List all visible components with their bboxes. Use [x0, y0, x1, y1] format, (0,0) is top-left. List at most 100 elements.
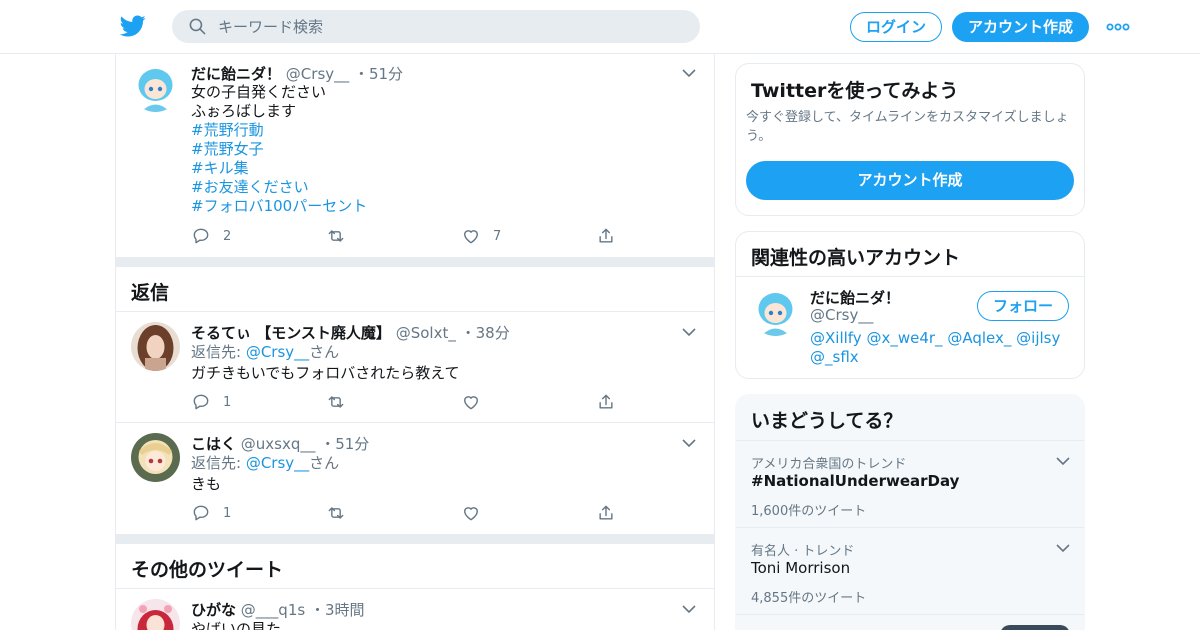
- chevron-down-icon[interactable]: [1056, 456, 1070, 466]
- related-accounts-title: 関連性の高いアカウント: [751, 247, 961, 269]
- chevron-down-icon[interactable]: [682, 438, 696, 448]
- like-action[interactable]: [461, 503, 493, 523]
- trend-context: アメリカ合衆国のトレンド: [751, 457, 907, 472]
- chevron-down-icon[interactable]: [682, 68, 696, 78]
- twitter-bird-icon[interactable]: [120, 13, 146, 39]
- mention-link[interactable]: @Crsy__: [246, 343, 309, 361]
- search-input[interactable]: [218, 10, 688, 43]
- other-tweet[interactable]: ひがな @___q1s ・3時間 やばいの見た: [116, 589, 714, 630]
- timestamp[interactable]: 3時間: [325, 601, 365, 619]
- trends-card: いまどうしてる？ アメリカ合衆国のトレンド #NationalUnderwear…: [735, 394, 1085, 630]
- like-action[interactable]: [461, 392, 493, 412]
- top-nav: ログイン アカウント作成: [0, 0, 1200, 54]
- reply-context: 返信先: @Crsy__さん: [191, 343, 339, 362]
- share-action[interactable]: [596, 392, 616, 412]
- signup-card-title: Twitterを使ってみよう: [751, 80, 959, 102]
- trend-item[interactable]: 有名人 · トレンド Toni Morrison 4,855件のツイート: [736, 527, 1084, 614]
- reply-action[interactable]: 1: [191, 392, 231, 412]
- mention-link[interactable]: @x_we4r_: [866, 329, 942, 347]
- share-icon: [599, 228, 613, 243]
- trend-name[interactable]: Toni Morrison: [751, 559, 850, 577]
- username[interactable]: @uxsxq__: [241, 435, 316, 453]
- avatar[interactable]: [131, 63, 180, 112]
- reply-to-suffix: さん: [309, 454, 340, 472]
- account-mentions: @Xillfy @x_we4r_ @Aqlex_ @ijlsy @_sflx: [810, 329, 1070, 367]
- share-icon: [599, 505, 613, 520]
- timestamp[interactable]: 51分: [335, 435, 369, 453]
- like-action[interactable]: 7: [461, 226, 501, 246]
- separator: ・: [460, 324, 476, 342]
- account-name[interactable]: だに飴ニダ！: [810, 287, 900, 308]
- follow-button[interactable]: フォロー: [977, 291, 1069, 321]
- avatar[interactable]: [751, 287, 800, 336]
- reply-count: 2: [223, 228, 232, 244]
- search-bar[interactable]: [172, 10, 700, 43]
- trend-item[interactable]: [736, 614, 1084, 630]
- section-divider: [116, 534, 714, 544]
- hashtag-link[interactable]: #荒野行動: [191, 121, 264, 140]
- other-tweets-heading: その他のツイート: [131, 559, 284, 581]
- share-icon: [599, 394, 613, 409]
- heart-icon: [464, 507, 478, 521]
- timestamp[interactable]: 38分: [476, 324, 510, 342]
- share-action[interactable]: [596, 503, 616, 523]
- display-name[interactable]: こはく: [191, 435, 236, 453]
- timeline: だに飴ニダ！ @Crsy__ ・51分 女の子自発ください ふぉろばします #荒…: [115, 54, 715, 630]
- chevron-down-icon[interactable]: [1056, 543, 1070, 553]
- display-name[interactable]: そるてぃ 【モンスト廃人魔】: [191, 324, 391, 342]
- mention-link[interactable]: @Crsy__: [246, 454, 309, 472]
- hashtag-link[interactable]: #フォロバ100パーセント: [191, 197, 367, 216]
- login-button[interactable]: ログイン: [850, 12, 942, 42]
- heart-icon: [464, 230, 478, 244]
- create-account-button[interactable]: アカウント作成: [746, 161, 1074, 200]
- reply-tweet[interactable]: こはく @uxsxq__ ・51分 返信先: @Crsy__さん きも 1: [116, 423, 714, 533]
- username[interactable]: @___q1s: [241, 601, 305, 619]
- mention-link[interactable]: @Xillfy: [810, 329, 862, 347]
- username[interactable]: @Solxt_: [396, 324, 456, 342]
- tweet-header: だに飴ニダ！ @Crsy__ ・51分: [191, 63, 403, 84]
- heart-icon: [464, 396, 478, 410]
- reply-tweet[interactable]: そるてぃ 【モンスト廃人魔】 @Solxt_ ・38分 返信先: @Crsy__…: [116, 312, 714, 422]
- reply-count: 1: [223, 394, 232, 410]
- signup-button[interactable]: アカウント作成: [952, 12, 1089, 42]
- username[interactable]: @Crsy__: [286, 65, 349, 83]
- reply-action[interactable]: 2: [191, 226, 231, 246]
- signup-card-description: 今すぐ登録して、タイムラインをカスタマイズしましょう。: [746, 110, 1069, 144]
- more-dots-icon[interactable]: [1106, 17, 1130, 37]
- retweet-action[interactable]: [326, 503, 358, 523]
- account-handle[interactable]: @Crsy__: [810, 306, 873, 324]
- retweet-action[interactable]: [326, 226, 358, 246]
- separator: ・: [309, 601, 325, 619]
- display-name[interactable]: だに飴ニダ！: [191, 65, 281, 83]
- chevron-down-icon[interactable]: [682, 604, 696, 614]
- avatar[interactable]: [131, 433, 180, 482]
- chevron-down-icon[interactable]: [682, 327, 696, 337]
- trend-item[interactable]: アメリカ合衆国のトレンド #NationalUnderwearDay 1,600…: [736, 440, 1084, 527]
- reply-to-label: 返信先:: [191, 343, 246, 361]
- tweet-header: こはく @uxsxq__ ・51分: [191, 433, 369, 454]
- trend-thumbnail[interactable]: [1000, 625, 1070, 630]
- hashtag-link[interactable]: #お友達ください: [191, 178, 309, 197]
- timestamp[interactable]: 51分: [369, 65, 403, 83]
- tweet-text-line: 女の子自発ください: [191, 83, 327, 101]
- reply-context: 返信先: @Crsy__さん: [191, 454, 339, 473]
- avatar[interactable]: [131, 599, 180, 630]
- search-icon: [189, 18, 206, 35]
- retweet-icon: [328, 507, 344, 519]
- related-accounts-card: 関連性の高いアカウント だに飴ニダ！ @Crsy__ フォロー @Xillfy …: [735, 231, 1085, 379]
- reply-action[interactable]: 1: [191, 503, 231, 523]
- display-name[interactable]: ひがな: [191, 601, 236, 619]
- trend-name[interactable]: #NationalUnderwearDay: [751, 472, 959, 490]
- reply-icon: [193, 505, 209, 521]
- hashtag-link[interactable]: #キル集: [191, 159, 249, 178]
- retweet-action[interactable]: [326, 392, 358, 412]
- mention-link[interactable]: @_sflx: [810, 348, 859, 366]
- avatar[interactable]: [131, 322, 180, 371]
- hashtag-link[interactable]: #荒野女子: [191, 140, 264, 159]
- separator: ・: [353, 65, 369, 83]
- main-tweet[interactable]: だに飴ニダ！ @Crsy__ ・51分 女の子自発ください ふぉろばします #荒…: [116, 54, 714, 257]
- mention-link[interactable]: @ijlsy: [1016, 329, 1060, 347]
- share-action[interactable]: [596, 226, 616, 246]
- mention-link[interactable]: @Aqlex_: [947, 329, 1011, 347]
- trend-count: 1,600件のツイート: [751, 504, 867, 519]
